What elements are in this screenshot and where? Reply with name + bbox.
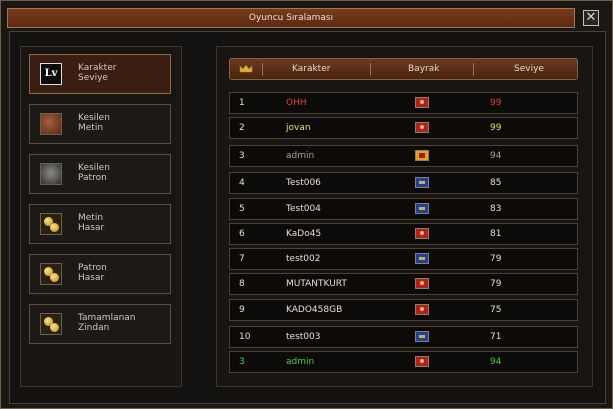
- category-label: Metin Hasar: [78, 213, 105, 233]
- close-button[interactable]: ✕: [583, 10, 599, 26]
- gold-coins-icon: [40, 313, 62, 335]
- table-row: 1 OHH 99: [229, 92, 578, 114]
- boss-icon: [40, 163, 62, 185]
- level-cell: 81: [490, 229, 502, 239]
- empire-flag-icon: [415, 228, 429, 239]
- table-header: Karakter Bayrak Seviye: [229, 58, 578, 80]
- ranking-window: Oyuncu Sıralaması ✕ Lv Karakter Seviye Kes…: [0, 0, 613, 409]
- table-row: 10 test003 71: [229, 326, 578, 348]
- header-flag: Bayrak: [408, 64, 440, 74]
- rank-cell: 6: [239, 229, 245, 239]
- level-cell: 99: [490, 98, 502, 108]
- character-name-cell: OHH: [286, 98, 307, 108]
- table-row: 4 Test006 85: [229, 172, 578, 194]
- empire-flag-icon: [415, 177, 429, 188]
- character-name-cell: test003: [286, 332, 321, 342]
- own-rank-row: 3 admin 94: [229, 351, 578, 373]
- category-button[interactable]: Lv Karakter Seviye: [29, 54, 171, 94]
- character-name-cell: test002: [286, 254, 321, 264]
- category-button[interactable]: Tamamlanan Zindan: [29, 304, 171, 344]
- empire-flag-icon: [415, 278, 429, 289]
- rank-cell: 3: [239, 357, 245, 367]
- category-label: Kesilen Patron: [78, 163, 110, 183]
- gold-coins-icon: [40, 263, 62, 285]
- rank-cell: 4: [239, 178, 245, 188]
- empire-flag-icon: [415, 304, 429, 315]
- rank-cell: 1: [239, 98, 245, 108]
- header-divider: [370, 63, 371, 76]
- rank-cell: 3: [239, 151, 245, 161]
- character-name-cell: jovan: [286, 123, 311, 133]
- level-cell: 94: [490, 357, 502, 367]
- header-divider: [262, 63, 263, 76]
- character-name-cell: KaDo45: [286, 229, 322, 239]
- level-cell: 83: [490, 204, 502, 214]
- level-cell: 99: [490, 123, 502, 133]
- table-row: 8 MUTANTKURT 79: [229, 273, 578, 295]
- category-label: Patron Hasar: [78, 263, 107, 283]
- character-name-cell: KADO458GB: [286, 305, 343, 315]
- empire-flag-icon: [415, 253, 429, 264]
- empire-flag-icon: [415, 122, 429, 133]
- character-name-cell: Test006: [286, 178, 321, 188]
- category-button[interactable]: Patron Hasar: [29, 254, 171, 294]
- table-row: 9 KADO458GB 75: [229, 299, 578, 321]
- empire-flag-icon: [415, 150, 429, 161]
- category-button[interactable]: Kesilen Patron: [29, 154, 171, 194]
- category-button[interactable]: Kesilen Metin: [29, 104, 171, 144]
- character-name-cell: MUTANTKURT: [286, 279, 347, 289]
- empire-flag-icon: [415, 203, 429, 214]
- header-divider: [473, 63, 474, 76]
- lv-icon: Lv: [40, 63, 62, 85]
- character-name-cell: Test004: [286, 204, 321, 214]
- rank-cell: 10: [239, 332, 251, 342]
- character-name-cell: admin: [286, 357, 315, 367]
- level-cell: 79: [490, 254, 502, 264]
- category-label: Kesilen Metin: [78, 113, 110, 133]
- rank-cell: 8: [239, 279, 245, 289]
- title-bar[interactable]: Oyuncu Sıralaması: [7, 8, 575, 28]
- rank-cell: 7: [239, 254, 245, 264]
- category-label: Karakter Seviye: [78, 63, 117, 83]
- gold-coins-icon: [40, 213, 62, 235]
- category-button[interactable]: Metin Hasar: [29, 204, 171, 244]
- header-level: Seviye: [514, 64, 544, 74]
- crown-icon: [239, 64, 253, 73]
- header-character: Karakter: [292, 64, 331, 74]
- table-row: 6 KaDo45 81: [229, 223, 578, 245]
- character-name-cell: admin: [286, 151, 315, 161]
- rank-cell: 5: [239, 204, 245, 214]
- level-cell: 94: [490, 151, 502, 161]
- rank-cell: 2: [239, 123, 245, 133]
- metin-stone-icon: [40, 113, 62, 135]
- table-row: 2 jovan 99: [229, 117, 578, 139]
- table-row: 5 Test004 83: [229, 198, 578, 220]
- level-cell: 79: [490, 279, 502, 289]
- level-cell: 71: [490, 332, 502, 342]
- category-label: Tamamlanan Zindan: [78, 313, 136, 333]
- window-title: Oyuncu Sıralaması: [248, 13, 334, 23]
- table-row: 3 admin 94: [229, 145, 578, 167]
- empire-flag-icon: [415, 331, 429, 342]
- empire-flag-icon: [415, 356, 429, 367]
- level-cell: 75: [490, 305, 502, 315]
- level-cell: 85: [490, 178, 502, 188]
- empire-flag-icon: [415, 97, 429, 108]
- rank-cell: 9: [239, 305, 245, 315]
- table-row: 7 test002 79: [229, 248, 578, 270]
